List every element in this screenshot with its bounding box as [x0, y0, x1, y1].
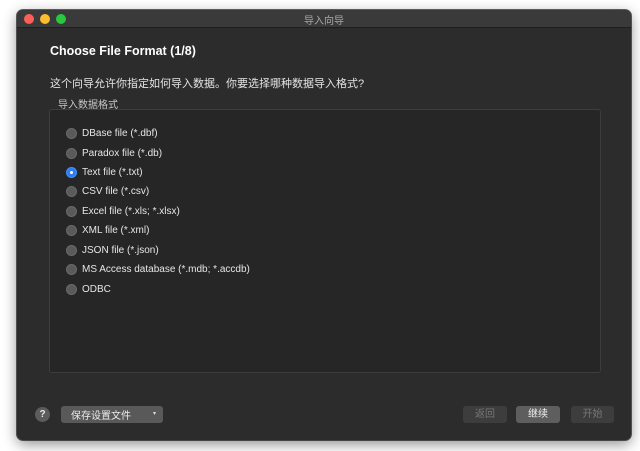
format-option-label: DBase file (*.dbf) — [82, 127, 158, 139]
chevron-down-icon: ▾ — [152, 411, 156, 417]
radio-button[interactable] — [66, 147, 77, 159]
back-button[interactable]: 返回 — [463, 406, 507, 423]
save-settings-label: 保存设置文件 — [71, 411, 131, 422]
wizard-step-heading: Choose File Format (1/8) — [50, 44, 196, 58]
format-option-dbase[interactable]: DBase file (*.dbf) — [66, 125, 158, 141]
format-option-label: JSON file (*.json) — [82, 244, 159, 256]
format-option-text[interactable]: Text file (*.txt) — [66, 164, 143, 180]
radio-button[interactable] — [66, 185, 77, 197]
format-option-odbc[interactable]: ODBC — [66, 281, 111, 297]
save-settings-dropdown-button[interactable]: 保存设置文件 ▾ — [61, 406, 163, 423]
format-option-label: CSV file (*.csv) — [82, 185, 150, 197]
format-option-label: XML file (*.xml) — [82, 224, 150, 236]
format-option-label: Excel file (*.xls; *.xlsx) — [82, 205, 180, 217]
format-option-paradox[interactable]: Paradox file (*.db) — [66, 145, 162, 161]
wizard-description: 这个向导允许你指定如何导入数据。你要选择哪种数据导入格式? — [50, 78, 365, 90]
title-bar[interactable]: 导入向导 — [17, 10, 631, 28]
format-option-excel[interactable]: Excel file (*.xls; *.xlsx) — [66, 203, 180, 219]
format-option-ms-access[interactable]: MS Access database (*.mdb; *.accdb) — [66, 261, 250, 277]
radio-button[interactable] — [66, 224, 77, 236]
start-button[interactable]: 开始 — [571, 406, 614, 423]
format-option-label: Text file (*.txt) — [82, 166, 143, 178]
format-option-csv[interactable]: CSV file (*.csv) — [66, 183, 149, 199]
format-option-label: Paradox file (*.db) — [82, 147, 163, 159]
import-wizard-window: 导入向导 Choose File Format (1/8) 这个向导允许你指定如… — [17, 10, 631, 440]
help-button[interactable]: ? — [35, 407, 50, 422]
radio-button[interactable] — [66, 205, 77, 217]
radio-button[interactable] — [66, 127, 77, 139]
format-option-label: ODBC — [82, 283, 111, 295]
radio-button[interactable] — [66, 244, 77, 256]
radio-button[interactable] — [66, 263, 77, 275]
radio-button-selected[interactable] — [66, 166, 77, 178]
next-button[interactable]: 继续 — [516, 406, 560, 423]
radio-button[interactable] — [66, 283, 77, 295]
format-option-json[interactable]: JSON file (*.json) — [66, 242, 159, 258]
format-option-label: MS Access database (*.mdb; *.accdb) — [82, 263, 250, 275]
format-options-group: DBase file (*.dbf) Paradox file (*.db) T… — [49, 109, 601, 373]
window-title: 导入向导 — [304, 16, 344, 27]
format-option-xml[interactable]: XML file (*.xml) — [66, 222, 149, 238]
